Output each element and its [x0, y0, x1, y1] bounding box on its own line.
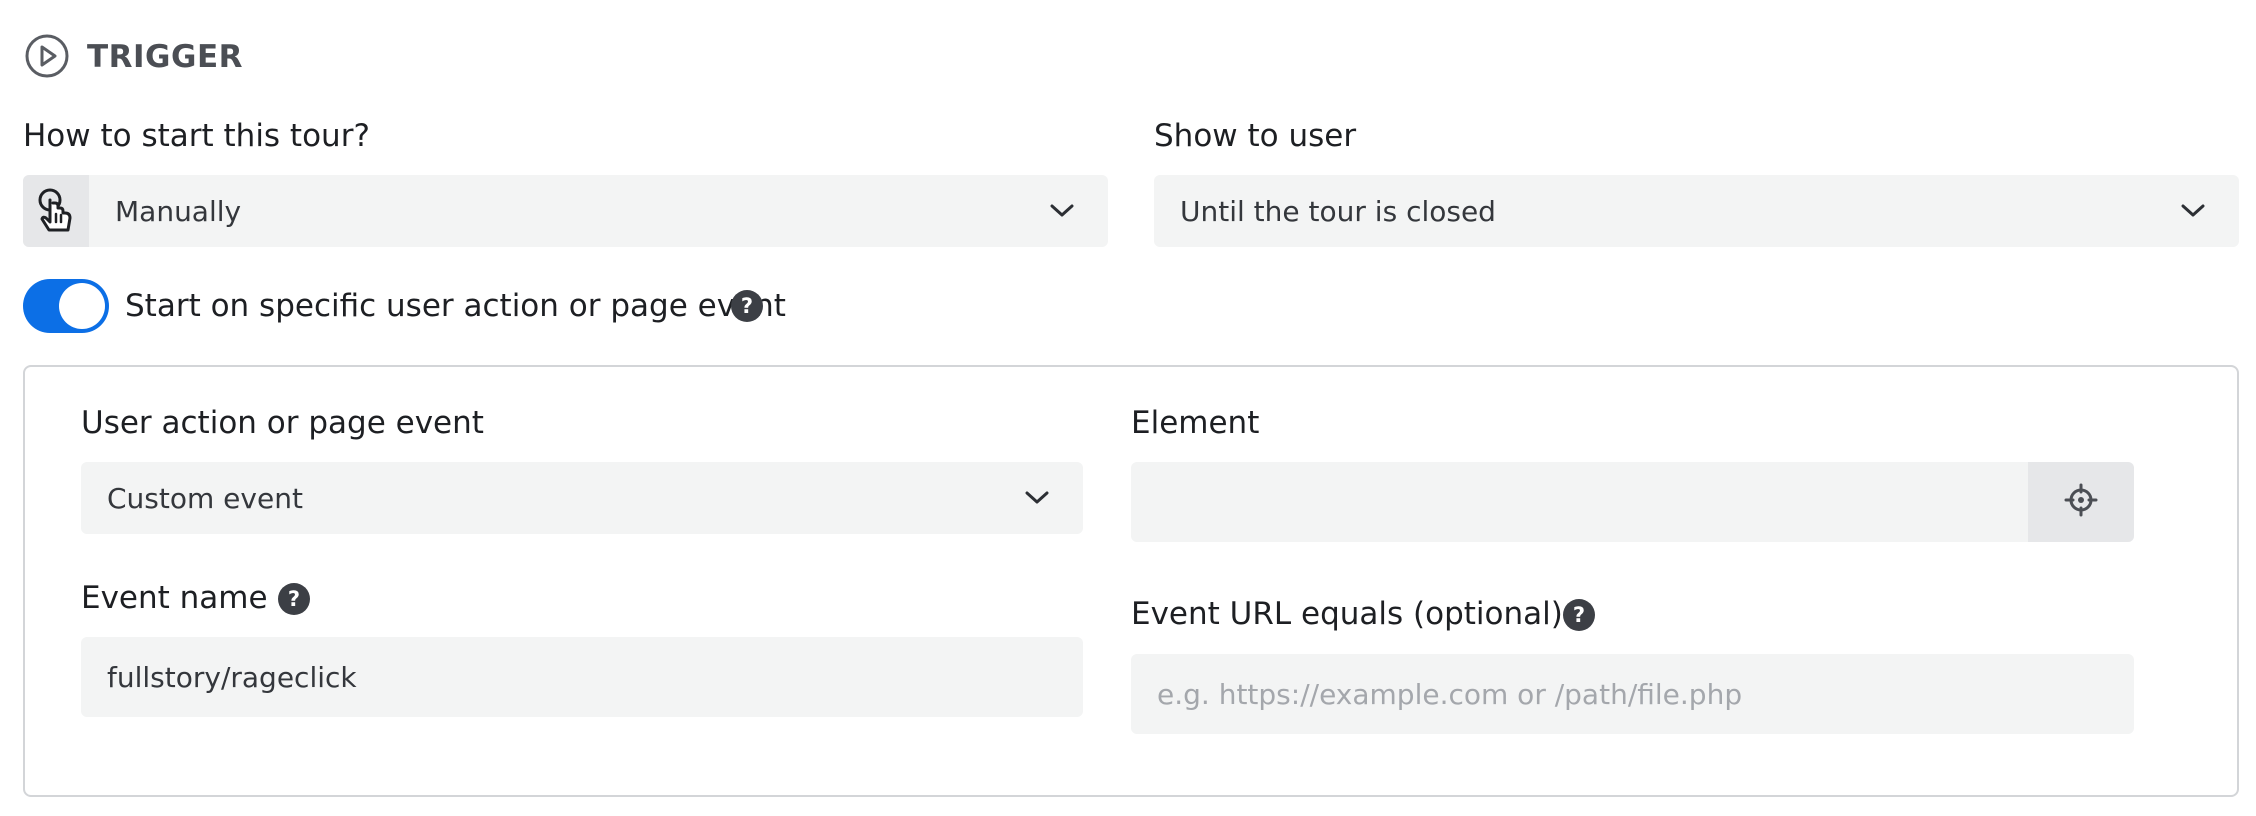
event-selected-value: Custom event: [107, 481, 303, 515]
trigger-label: How to start this tour?: [23, 118, 370, 154]
help-icon[interactable]: ?: [278, 583, 310, 615]
element-field: [1131, 462, 2134, 542]
event-type-select[interactable]: Custom event: [81, 462, 1083, 534]
trigger-select[interactable]: Manually: [23, 175, 1108, 247]
event-url-placeholder: e.g. https://example.com or /path/file.p…: [1157, 677, 1743, 711]
pointer-hand-icon: [23, 175, 89, 247]
chevron-down-icon: [2173, 191, 2213, 231]
show-to-user-select[interactable]: Until the tour is closed: [1154, 175, 2239, 247]
crosshair-icon: [2064, 483, 2098, 521]
trigger-selected-value: Manually: [115, 194, 242, 228]
event-name-label: Event name: [81, 580, 268, 616]
chevron-down-icon: [1042, 191, 1082, 231]
play-circle-icon: [24, 33, 70, 79]
toggle-label: Start on specific user action or page ev…: [125, 288, 786, 324]
event-url-input[interactable]: e.g. https://example.com or /path/file.p…: [1131, 654, 2134, 734]
event-name-input[interactable]: fullstory/rageclick: [81, 637, 1083, 717]
show-label: Show to user: [1154, 118, 1357, 154]
event-url-label: Event URL equals (optional): [1131, 596, 1563, 632]
event-name-value: fullstory/rageclick: [107, 660, 357, 694]
element-picker-button[interactable]: [2028, 462, 2134, 542]
show-selected-value: Until the tour is closed: [1180, 194, 1496, 228]
element-input[interactable]: [1131, 462, 2028, 542]
event-label: User action or page event: [81, 405, 484, 441]
help-icon[interactable]: ?: [1563, 599, 1595, 631]
element-label: Element: [1131, 405, 1260, 441]
chevron-down-icon: [1017, 478, 1057, 518]
section-title: TRIGGER: [87, 39, 243, 75]
event-trigger-toggle[interactable]: [23, 279, 109, 333]
help-icon[interactable]: ?: [731, 290, 763, 322]
toggle-knob: [59, 283, 105, 329]
